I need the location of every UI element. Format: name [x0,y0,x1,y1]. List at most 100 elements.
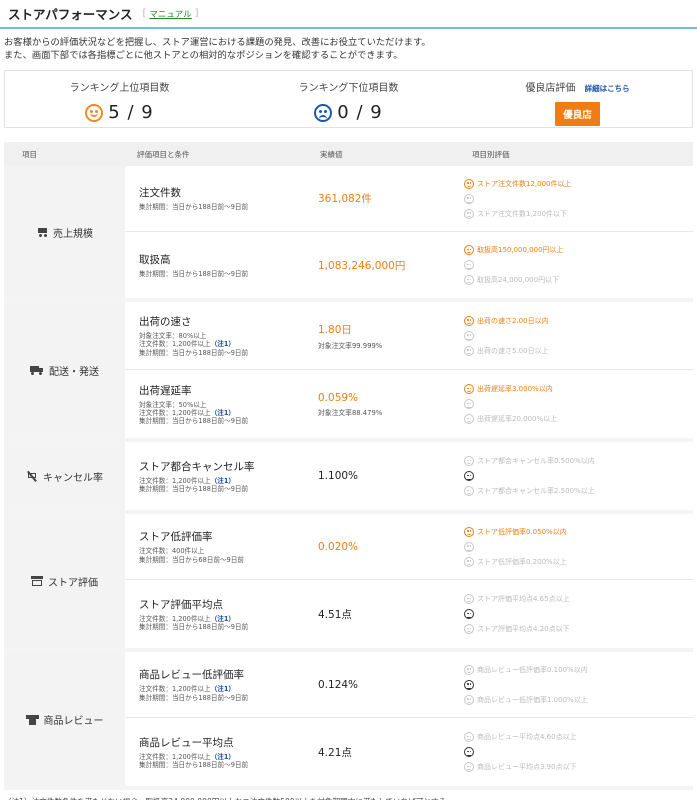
metric-name: ストア都合キャンセル率 [139,460,255,473]
excellent-store-label: 優良店評価 [525,83,576,94]
evaluation-line: ストア注文件数1,200件以下 [464,206,693,221]
evaluation-cell: ストア注文件数12,000件以上 ストア注文件数1,200件以下 [460,176,693,221]
evaluation-line: ストア評価平均点4.20点以下 [464,622,693,637]
evaluation-text: ストア低評価率0.050%以内 [477,527,567,536]
evaluation-text: 取扱高24,000,000円以下 [477,276,560,284]
category-label: ストア評価 [48,577,98,589]
value-cell: 4.51点 [312,607,460,622]
evaluation-text: ストア注文件数1,200件以下 [477,209,568,218]
table-row: ストア評価平均点 注文件数：1,200件以上（注1） 集計期間：当日から188日前～… [125,580,693,648]
smile-face-icon [464,245,474,255]
evaluation-cell: ストア低評価率0.050%以内 ストア低評価率0.200%以上 [460,524,693,569]
evaluation-line: 商品レビュー低評価率0.100%以内 [464,662,693,677]
evaluation-line: ストア低評価率0.200%以上 [464,554,693,569]
metric-name: 商品レビュー平均点 [139,736,234,749]
smile-face-icon [464,526,474,537]
note-reference: （注1） [210,752,236,761]
category-cell: 商品レビュー [4,652,125,786]
evaluation-line [464,328,693,343]
metric-name: 注文件数 [139,187,181,200]
metric-condition: 対象注文率：50%以上 [139,400,207,409]
table-row: ストア都合キャンセル率 注文件数：1,200件以上（注1） 集計期間：当日から188… [125,442,693,510]
smile-face-icon [464,456,474,466]
category-group: 売上規模 注文件数 集計期間：当日から188日前～9日前 361,082件 ストア注文件… [4,166,693,302]
metric-cell: ストア評価平均点 注文件数：1,200件以上（注1） 集計期間：当日から188日前～… [125,597,312,632]
sad-face-icon [464,624,474,634]
evaluation-text: 取扱高150,000,000円以上 [477,246,564,254]
cancel-icon [26,470,38,482]
note-reference: （注1） [210,476,236,485]
evaluation-line: 出荷の速さ2.00日以内 [464,313,693,328]
metric-condition: 集計期間：当日から188日前～9日前 [139,485,249,493]
smile-face-icon [464,384,474,394]
metric-condition: 注文件数：1,200件以上（注1） [139,685,236,694]
evaluation-text: ストア評価平均点4.20点以下 [477,625,570,633]
evaluation-text: 商品レビュー低評価率1.000%以上 [477,695,588,704]
sad-face-icon [464,208,474,219]
metric-name: 商品レビュー低評価率 [139,669,244,682]
note-reference: （注1） [210,614,236,623]
metric-value: 4.51点 [318,608,352,621]
lower-rank-value-row: 0 / 9 [234,102,463,123]
table-header: 項目 評価項目と条件 実績値 項目別評価 [4,142,693,166]
evaluation-text: 商品レビュー平均点4.60点以上 [477,733,577,741]
column-header: 実績値 [320,149,343,159]
metric-cell: ストア都合キャンセル率 注文件数：1,200件以上（注1） 集計期間：当日から188… [125,459,312,494]
intro-line: また、画面下部では各指標ごとに他ストアとの相対的なポジションを確認することができ… [4,49,403,61]
smile-face-icon [464,594,474,604]
metric-condition: 集計期間：当日から188日前～9日前 [139,417,249,426]
category-group: 商品レビュー 商品レビュー低評価率 注文件数：1,200件以上（注1） 集計期間：当日… [4,652,693,790]
category-group: キャンセル率 ストア都合キャンセル率 注文件数：1,200件以上（注1） 集計期間：当… [4,442,693,514]
metric-condition: 集計期間：当日から188日前～9日前 [139,269,249,278]
evaluation-line: ストア評価平均点4.65点以上 [464,592,693,607]
flat-face-icon [464,747,474,757]
column-header: 評価項目と条件 [137,149,190,159]
excellent-store-label-row: 優良店評価 詳細はこちら [463,79,692,94]
evaluation-text: 出荷の速さ5.00日以上 [477,346,549,355]
evaluation-cell: 商品レビュー平均点4.60点以上 商品レビュー平均点3.90点以下 [460,730,693,775]
note-reference: （注1） [210,685,236,694]
evaluation-text: 商品レビュー平均点3.90点以下 [477,763,577,771]
excellent-detail-link[interactable]: 詳細はこちら [585,84,630,93]
category-rows: 出荷の速さ 対象注文率：80%以上 注文件数：1,200件以上（注1） 集計期間：当日… [125,302,693,438]
evaluation-text: ストア低評価率0.200%以上 [477,557,567,566]
evaluation-text: 商品レビュー低評価率0.100%以内 [477,665,588,674]
footnote: （注1）注文件数条件を満たせない場合、取扱高24,000,000円以上かつ注文件… [0,790,697,800]
flat-face-icon [464,399,474,409]
separator: ] [194,8,199,19]
metric-subvalue: 対象注文率88.479% [318,408,383,417]
metric-condition: 集計期間：当日から188日前～9日前 [139,761,249,769]
smile-face-icon [464,664,474,675]
category-rows: 注文件数 集計期間：当日から188日前～9日前 361,082件 ストア注文件数12,… [125,166,693,298]
metric-name: 出荷の速さ [139,316,192,329]
metric-name: ストア評価平均点 [139,598,223,611]
evaluation-line [464,677,693,692]
table-row: 出荷の速さ 対象注文率：80%以上 注文件数：1,200件以上（注1） 集計期間：当日… [125,302,693,370]
metric-value: 0.059% [318,391,359,404]
sad-face-icon [464,556,474,567]
sad-face-icon [314,103,333,122]
value-cell: 0.020% [312,541,460,553]
table-row: 商品レビュー平均点 注文件数：1,200件以上（注1） 集計期間：当日から188日前… [125,718,693,786]
cart-icon [36,227,48,237]
category-label: 商品レビュー [43,715,104,727]
evaluation-line [464,397,693,412]
evaluation-cell: ストア都合キャンセル率0.500%以内 ストア都合キャンセル率2.500%以上 [460,454,693,499]
metric-cell: 注文件数 集計期間：当日から188日前～9日前 [125,185,312,211]
intro-text: お客様からの評価状況などを把握し、ストア運営における課題の発見、改善にお役立てい… [0,29,697,62]
evaluation-cell: 出荷の速さ2.00日以内出荷の速さ5.00日以上 [460,313,693,358]
evaluation-text: ストア注文件数12,000件以上 [477,179,572,188]
upper-rank-summary: ランキング上位項目数 5 / 9 [5,71,234,127]
flat-face-icon [464,471,474,481]
metric-condition: 集計期間：当日から188日前～9日前 [139,693,249,702]
lower-rank-label: ランキング下位項目数 [298,83,399,94]
manual-link[interactable]: マニュアル [149,8,191,20]
metric-value: 1,083,246,000円 [318,259,406,272]
value-cell: 4.21点 [312,745,460,760]
truck-icon [30,365,44,375]
metric-value: 4.21点 [318,746,352,759]
metric-cell: 取扱高 集計期間：当日から188日前～9日前 [125,252,312,278]
performance-table: 項目 評価項目と条件 実績値 項目別評価 売上規模 注文件数 集計期間：当日から18… [4,142,693,790]
metric-name: 出荷遅延率 [139,384,192,397]
evaluation-line: ストア都合キャンセル率2.500%以上 [464,484,693,499]
